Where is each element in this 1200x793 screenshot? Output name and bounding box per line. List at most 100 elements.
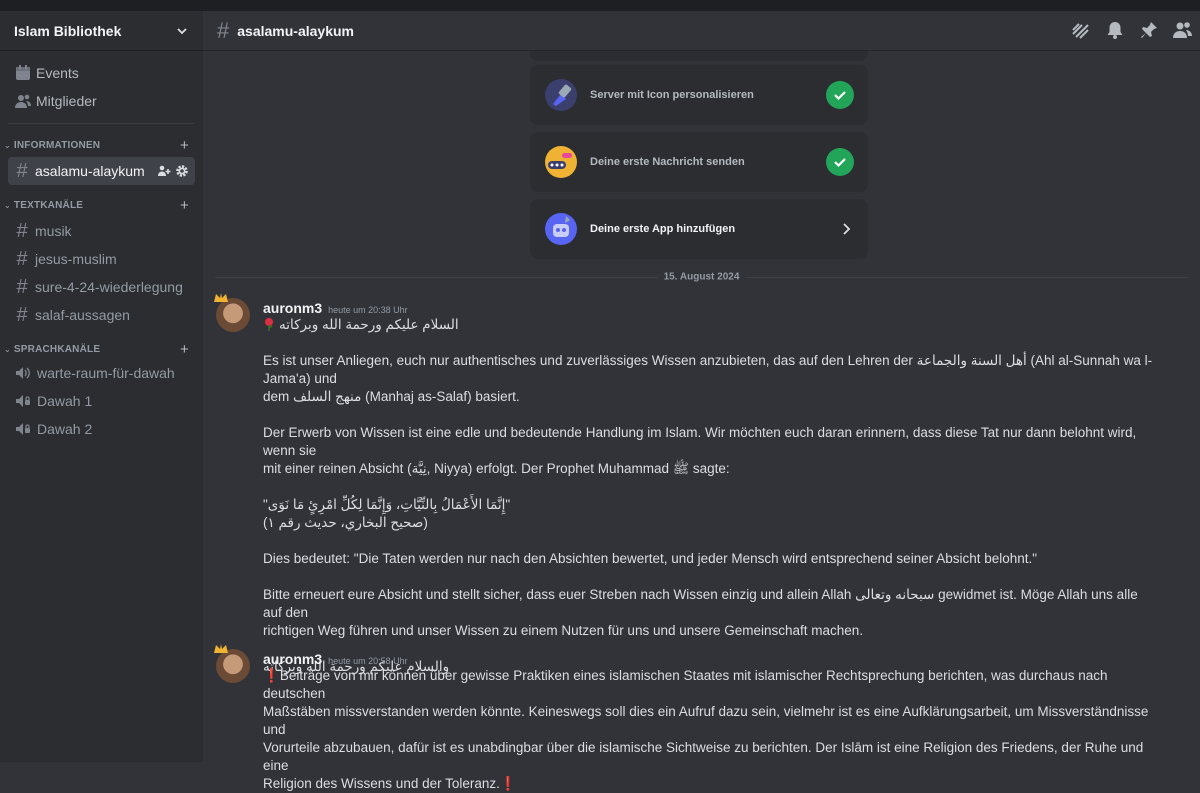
onboarding-card[interactable]: Deine erste App hinzufügen bbox=[530, 199, 868, 259]
sidebar-link-events[interactable]: Events bbox=[0, 59, 203, 87]
checkmark-icon bbox=[826, 81, 854, 109]
channel-label: asalamu-alaykum bbox=[35, 163, 145, 179]
sidebar-link-label: Mitglieder bbox=[36, 93, 97, 109]
channel-sure-4-24-wiederlegung[interactable]: # sure-4-24-wiederlegung bbox=[8, 273, 195, 301]
onboarding-card[interactable]: Server mit Icon personalisieren bbox=[530, 65, 868, 125]
calendar-icon bbox=[16, 65, 30, 80]
message-line: Es ist unser Anliegen, euch nur authenti… bbox=[263, 353, 1153, 386]
channel-label: musik bbox=[35, 223, 72, 239]
invite-icon[interactable] bbox=[157, 164, 171, 178]
chevron-down-icon: ⌄ bbox=[4, 140, 11, 150]
message-line: richtigen Weg führen und unser Wissen zu… bbox=[263, 623, 864, 638]
message-line: mit einer reinen Absicht (نِيَّة, Niyya)… bbox=[263, 461, 730, 476]
sidebar-link-label: Events bbox=[36, 65, 79, 81]
onboarding-label: Deine erste App hinzufügen bbox=[590, 223, 736, 235]
onboarding-card[interactable]: Deine erste Nachricht senden bbox=[530, 132, 868, 192]
locked-speaker-icon bbox=[16, 395, 30, 407]
category-label: TEXTKANÄLE bbox=[13, 199, 84, 211]
hash-icon: # bbox=[16, 159, 28, 182]
voice-channel-dawah-1[interactable]: Dawah 1 bbox=[8, 387, 195, 415]
locked-speaker-icon bbox=[16, 423, 30, 435]
server-name: Islam Bibliothek bbox=[14, 22, 122, 39]
message-line bbox=[263, 478, 1153, 496]
category-label: SPRACHKANÄLE bbox=[13, 343, 101, 355]
channel-label: sure-4-24-wiederlegung bbox=[35, 279, 183, 295]
chevron-down-icon[interactable] bbox=[175, 24, 189, 38]
channel-sidebar: Islam Bibliothek Events Mitglieder ⌄ INFO… bbox=[0, 11, 203, 762]
message-author[interactable]: auronm3 bbox=[263, 300, 322, 316]
crown-icon bbox=[214, 644, 228, 653]
message-line: Bitte erneuert eure Absicht und stellt s… bbox=[263, 587, 1138, 620]
message-line: dem منهج السلف (Manhaj as-Salaf) basiert… bbox=[263, 389, 520, 404]
hash-icon: # bbox=[16, 303, 28, 326]
channel-asalamu-alaykum[interactable]: # asalamu-alaykum bbox=[8, 157, 195, 185]
chat-area: # asalamu-alaykum Server mit Icon person… bbox=[203, 11, 1200, 791]
exclamation-emoji-icon: ❗ bbox=[499, 776, 517, 791]
header-toolbar bbox=[1070, 19, 1194, 41]
message-line: (صحيح البخاري، حديث رقم ١) bbox=[263, 515, 428, 530]
category-informationen[interactable]: ⌄ INFORMATIONEN + bbox=[0, 135, 203, 155]
channel-musik[interactable]: # musik bbox=[8, 217, 195, 245]
sidebar-link-members[interactable]: Mitglieder bbox=[0, 87, 203, 115]
date-divider-label: 15. August 2024 bbox=[657, 271, 746, 283]
members-list-icon[interactable] bbox=[1172, 19, 1194, 41]
message-line: Religion des Wissens und der Toleranz. bbox=[263, 776, 500, 791]
message-timestamp: heute um 20:38 Uhr bbox=[328, 305, 408, 315]
message-line: Vorurteile abzubauen, dafür ist es unabd… bbox=[263, 740, 1144, 773]
category-textkanaele[interactable]: ⌄ TEXTKANÄLE + bbox=[0, 195, 203, 215]
message-line: السلام عليكم ورحمة الله وبركاته bbox=[279, 317, 459, 332]
date-divider: 15. August 2024 bbox=[215, 271, 1188, 283]
message-content: السلام عليكم ورحمة الله وبركاته Es ist u… bbox=[263, 316, 1153, 676]
server-header[interactable]: Islam Bibliothek bbox=[0, 11, 203, 51]
message-content: ❗Beiträge von mir können über gewisse Pr… bbox=[263, 667, 1153, 793]
message-timestamp: heute um 20:58 Uhr bbox=[328, 656, 408, 666]
add-channel-icon[interactable]: + bbox=[180, 137, 189, 154]
hash-icon: # bbox=[16, 275, 28, 298]
onboarding-card-partial bbox=[530, 51, 868, 61]
voice-channel-warte-raum[interactable]: warte-raum-für-dawah bbox=[8, 359, 195, 387]
channel-header: # asalamu-alaykum bbox=[203, 11, 1200, 51]
threads-icon[interactable] bbox=[1070, 19, 1092, 41]
hash-icon: # bbox=[16, 247, 28, 270]
message-line bbox=[263, 406, 1153, 424]
gear-icon[interactable] bbox=[175, 164, 189, 178]
message-line bbox=[263, 568, 1153, 586]
channel-salaf-aussagen[interactable]: # salaf-aussagen bbox=[8, 301, 195, 329]
speaker-icon bbox=[16, 367, 30, 379]
add-channel-icon[interactable]: + bbox=[180, 197, 189, 214]
voice-channel-dawah-2[interactable]: Dawah 2 bbox=[8, 415, 195, 443]
chevron-right-icon[interactable] bbox=[838, 221, 854, 237]
message-line: Beiträge von mir können über gewisse Pra… bbox=[263, 668, 1108, 701]
chevron-down-icon: ⌄ bbox=[4, 200, 11, 210]
checkmark-icon bbox=[826, 148, 854, 176]
crown-icon bbox=[214, 293, 228, 302]
window-top-strip bbox=[0, 0, 1200, 11]
message-line: Maßstäben missverstanden werden könnte. … bbox=[263, 704, 1149, 737]
message-line bbox=[263, 532, 1153, 550]
channel-jesus-muslim[interactable]: # jesus-muslim bbox=[8, 245, 195, 273]
channel-label: salaf-aussagen bbox=[35, 307, 130, 323]
onboarding-label: Deine erste Nachricht senden bbox=[590, 156, 745, 168]
message-bubble-icon bbox=[545, 146, 577, 178]
message-line: Dies bedeutet: "Die Taten werden nur nac… bbox=[263, 551, 1038, 566]
bell-icon[interactable] bbox=[1104, 19, 1126, 41]
members-icon bbox=[15, 94, 31, 108]
channel-label: warte-raum-für-dawah bbox=[37, 365, 175, 381]
chevron-down-icon: ⌄ bbox=[4, 344, 11, 354]
channel-label: jesus-muslim bbox=[35, 251, 117, 267]
category-sprachkanaele[interactable]: ⌄ SPRACHKANÄLE + bbox=[0, 339, 203, 359]
channel-title: asalamu-alaykum bbox=[237, 22, 354, 39]
message-author[interactable]: auronm3 bbox=[263, 651, 322, 667]
rose-emoji-icon bbox=[265, 318, 273, 331]
brush-icon bbox=[545, 79, 577, 111]
app-robot-icon bbox=[545, 213, 577, 245]
onboarding-label: Server mit Icon personalisieren bbox=[590, 89, 754, 101]
channel-label: Dawah 1 bbox=[37, 393, 93, 409]
channel-label: Dawah 2 bbox=[37, 421, 93, 437]
hash-icon: # bbox=[217, 17, 230, 43]
pin-icon[interactable] bbox=[1138, 19, 1160, 41]
add-channel-icon[interactable]: + bbox=[180, 341, 189, 358]
hash-icon: # bbox=[16, 219, 28, 242]
exclamation-emoji-icon: ❗ bbox=[263, 668, 280, 683]
message-line bbox=[263, 334, 1153, 352]
